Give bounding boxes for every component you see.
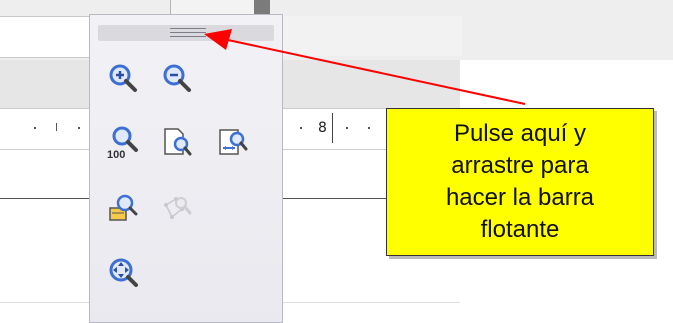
object-zoom-button[interactable] (160, 191, 194, 225)
page-width-icon (219, 129, 248, 155)
ruler-tick (78, 127, 80, 129)
ruler-tick (34, 127, 36, 129)
optimal-view-button[interactable] (106, 191, 140, 225)
entire-page-icon (164, 128, 192, 156)
screenshot-canvas: 8 100 Pulse aquí y arrastre para hacer l… (0, 0, 673, 323)
toolbar-area-right (272, 16, 462, 56)
zoom-100-icon: 100 (107, 126, 138, 159)
ruler-tick (346, 127, 348, 129)
callout-box: Pulse aquí y arrastre para hacer la barr… (386, 108, 654, 256)
ruler-tick (56, 123, 57, 131)
input-field-background[interactable] (0, 16, 96, 58)
svg-text:100: 100 (107, 149, 125, 159)
zoom-out-icon (163, 64, 191, 92)
ruler-tick (368, 127, 370, 129)
zoom-100-button[interactable]: 100 (106, 125, 140, 159)
page-width-button[interactable] (216, 125, 250, 159)
shift-icon (109, 258, 138, 287)
ruler-number: 8 (318, 120, 327, 136)
object-zoom-icon (164, 197, 192, 219)
zoom-out-button[interactable] (160, 61, 194, 95)
shift-button[interactable] (106, 255, 140, 289)
entire-page-button[interactable] (160, 125, 194, 159)
optimal-view-icon (109, 194, 138, 221)
grip-icon (170, 28, 206, 37)
ruler-marker[interactable] (332, 113, 333, 143)
callout-text: Pulse aquí y arrastre para hacer la barr… (445, 120, 595, 243)
ruler-tick (300, 127, 302, 129)
toolbar-drag-handle[interactable] (98, 25, 274, 41)
zoom-in-icon (109, 64, 137, 92)
zoom-toolbar[interactable]: 100 (89, 14, 283, 323)
zoom-in-button[interactable] (106, 61, 140, 95)
